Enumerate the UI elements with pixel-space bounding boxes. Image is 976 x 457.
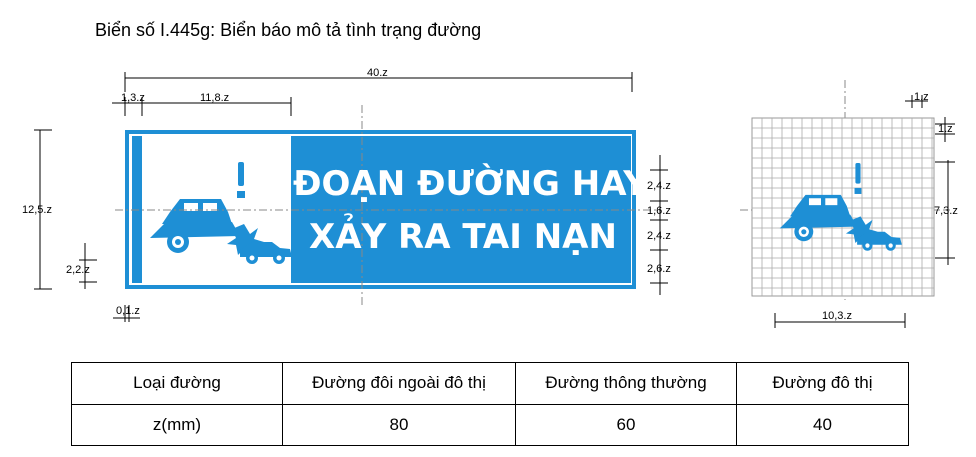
table-header-cell: Loại đường [71, 362, 283, 405]
sign-line-2: XẢY RA TAI NẠN [309, 217, 617, 257]
dim-border: 0,1.z [116, 305, 140, 317]
grid-dim-cell-v: 1.z [938, 123, 953, 135]
table-header-cell: Đường đô thị [736, 362, 909, 405]
dim-left-margin: 1,3.z [121, 92, 145, 104]
table-cell: 60 [515, 403, 737, 446]
table-header-cell: Đường đôi ngoài đô thị [282, 362, 516, 405]
dim-right-1: 2,4.z [647, 180, 671, 192]
table-header-cell: Đường thông thường [515, 362, 737, 405]
dim-symbol-width: 11,8.z [200, 92, 230, 104]
grid-dim-width: 10,3.z [822, 310, 852, 322]
size-table: Loại đường Đường đôi ngoài đô thị Đường … [71, 362, 909, 446]
dim-right-2: 1,6.z [647, 205, 671, 217]
grid-dim-cell-h: 1.z [914, 91, 929, 103]
dim-total-height: 12,5.z [22, 204, 52, 216]
table-row: z(mm) 80 60 40 [71, 403, 909, 446]
table-cell: 80 [282, 403, 516, 446]
dim-car-offset: 2,2.z [66, 264, 90, 276]
drawing-sheet: { "title": "Biển số I.445g: Biển báo mô … [0, 0, 976, 457]
table-row: Loại đường Đường đôi ngoài đô thị Đường … [71, 362, 909, 405]
dim-right-4: 2,6.z [647, 263, 671, 275]
dim-total-width: 40.z [367, 67, 388, 79]
table-cell: 40 [736, 403, 909, 446]
dim-right-3: 2,4.z [647, 230, 671, 242]
table-cell: z(mm) [71, 403, 283, 446]
grid-dim-height: 7,3.z [934, 205, 958, 217]
sign-line-1: ĐOẠN ĐƯỜNG HAY [293, 164, 648, 204]
